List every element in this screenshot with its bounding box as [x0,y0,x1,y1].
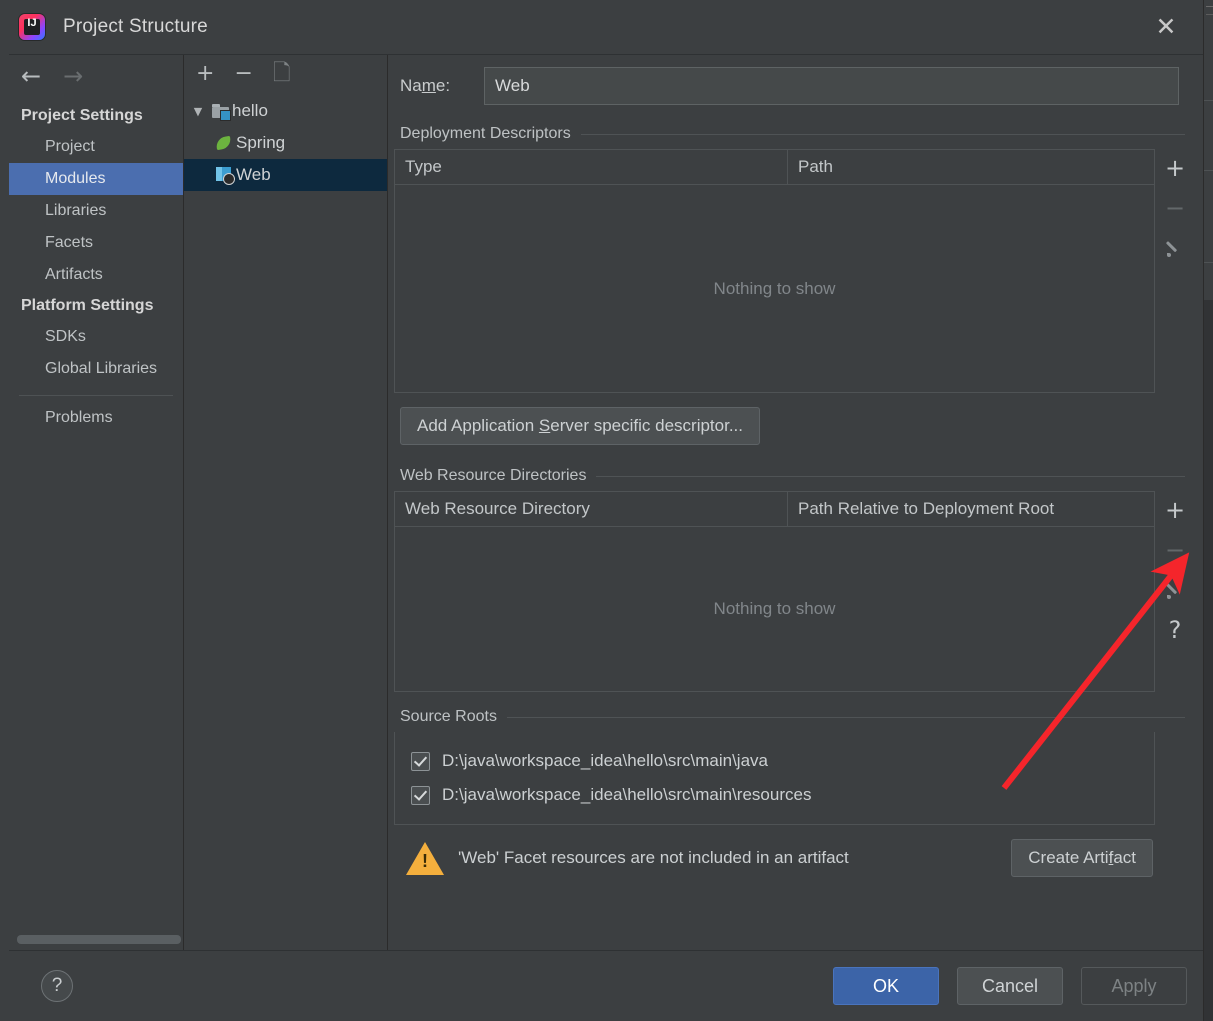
sidebar-item-modules[interactable]: Modules [9,163,183,195]
source-roots-header: Source Roots [394,692,1195,732]
column-header-path-relative[interactable]: Path Relative to Deployment Root [788,492,1154,526]
section-rule [506,716,1185,718]
name-label: Name: [400,76,451,95]
help-icon[interactable]: ? [1162,617,1188,643]
dialog-title: Project Structure [63,16,208,37]
column-header-path[interactable]: Path [788,150,1154,184]
remove-icon[interactable]: − [1162,537,1188,563]
sidebar-divider [19,395,173,396]
tree-node-label: Web [236,165,271,184]
source-root-item[interactable]: D:\java\workspace_idea\hello\src\main\ja… [395,744,1154,778]
source-roots-list: D:\java\workspace_idea\hello\src\main\ja… [394,732,1155,825]
web-resource-directories-table: Web Resource Directory Path Relative to … [394,491,1155,692]
chevron-down-icon[interactable]: ▼ [188,105,208,118]
create-artifact-button[interactable]: Create Artifact [1011,839,1153,877]
screenshot-root: IJ Project Structure ✕ ← → Project Setti… [0,0,1213,1021]
add-icon[interactable]: + [1162,497,1188,523]
warning-message: 'Web' Facet resources are not included i… [458,848,849,867]
column-header-web-resource-directory[interactable]: Web Resource Directory [395,492,788,526]
sidebar-horizontal-scrollbar[interactable] [17,935,181,944]
module-tree-panel: + − 🗋 ▼ hello Spring Web [184,55,388,950]
sidebar-item-project[interactable]: Project [9,131,183,163]
background-window-right-sliver [1203,0,1213,1021]
arrow-left-icon[interactable]: ← [21,64,41,88]
dialog-footer: ? OK Cancel Apply [9,950,1203,1021]
checkbox-checked-icon[interactable] [411,785,430,805]
add-module-icon[interactable]: + [196,63,214,85]
add-icon[interactable]: + [1162,155,1188,181]
copy-icon[interactable]: 🗋 [273,63,291,85]
sidebar-item-global-libraries[interactable]: Global Libraries [9,353,183,385]
source-root-item[interactable]: D:\java\workspace_idea\hello\src\main\re… [395,778,1154,812]
facet-settings-panel: Name: Deployment Descriptors Type Path [388,55,1203,950]
deployment-descriptors-actions: + − [1155,149,1195,393]
sidebar-item-artifacts[interactable]: Artifacts [9,259,183,291]
section-title: Source Roots [400,708,497,725]
intellij-idea-icon: IJ [19,14,45,40]
add-descriptor-row: Add Application Server specific descript… [394,393,1195,445]
tree-node-spring[interactable]: Spring [184,127,387,159]
table-header: Type Path [395,150,1154,185]
source-root-path: D:\java\workspace_idea\hello\src\main\re… [442,785,812,804]
checkbox-checked-icon[interactable] [411,751,430,771]
spring-leaf-icon [212,135,236,151]
tree-node-hello[interactable]: ▼ hello [184,95,387,127]
section-rule [596,475,1185,477]
deployment-descriptors-header: Deployment Descriptors [394,117,1195,149]
table-header: Web Resource Directory Path Relative to … [395,492,1154,527]
warning-triangle-icon [406,841,444,875]
add-application-server-descriptor-button[interactable]: Add Application Server specific descript… [400,407,761,445]
project-structure-dialog: IJ Project Structure ✕ ← → Project Setti… [9,0,1203,1021]
help-icon[interactable]: ? [41,970,73,1002]
close-icon[interactable]: ✕ [1149,10,1183,44]
sidebar-item-facets[interactable]: Facets [9,227,183,259]
sidebar-item-problems[interactable]: Problems [9,402,183,434]
remove-icon[interactable]: − [1162,195,1188,221]
sidebar-nav-toolbar: ← → [9,55,183,97]
settings-sidebar: ← → Project Settings Project Modules Lib… [9,55,184,950]
cancel-button[interactable]: Cancel [957,967,1063,1005]
web-resource-directories-header: Web Resource Directories [394,445,1195,491]
deployment-descriptors-table: Type Path Nothing to show [394,149,1155,393]
web-resource-directories-block: Web Resource Directory Path Relative to … [394,491,1195,692]
sidebar-group-project-settings: Project Settings [21,107,143,124]
sidebar-item-sdks[interactable]: SDKs [9,321,183,353]
source-root-path: D:\java\workspace_idea\hello\src\main\ja… [442,751,768,770]
tree-node-label: hello [232,101,268,120]
column-header-type[interactable]: Type [395,150,788,184]
section-title: Deployment Descriptors [400,125,571,142]
dialog-body: ← → Project Settings Project Modules Lib… [9,54,1203,950]
section-rule [580,133,1185,135]
module-folder-icon [208,104,232,121]
deployment-descriptors-block: Type Path Nothing to show + − [394,149,1195,393]
section-title: Web Resource Directories [400,467,587,484]
name-input[interactable] [484,67,1179,105]
sidebar-group-platform-settings: Platform Settings [21,297,154,314]
tree-node-web[interactable]: Web [184,159,387,191]
table-empty-state: Nothing to show [713,278,836,298]
tree-node-label: Spring [236,133,286,152]
module-tree-rows: ▼ hello Spring Web [184,93,387,950]
web-facet-icon [212,167,236,185]
edit-icon[interactable] [1162,235,1188,261]
sidebar-item-libraries[interactable]: Libraries [9,195,183,227]
edit-icon[interactable] [1162,577,1188,603]
ok-button[interactable]: OK [833,967,939,1005]
name-row: Name: [394,55,1195,117]
module-tree-toolbar: + − 🗋 [184,55,387,93]
artifact-warning-row: 'Web' Facet resources are not included i… [394,825,1195,877]
arrow-right-icon[interactable]: → [63,64,83,88]
table-empty-state: Nothing to show [713,599,836,618]
apply-button[interactable]: Apply [1081,967,1187,1005]
sidebar-list: Project Settings Project Modules Librari… [9,97,183,950]
dialog-titlebar: IJ Project Structure ✕ [9,0,1203,54]
web-resource-directories-actions: + − ? [1155,491,1195,692]
remove-module-icon[interactable]: − [234,63,252,85]
